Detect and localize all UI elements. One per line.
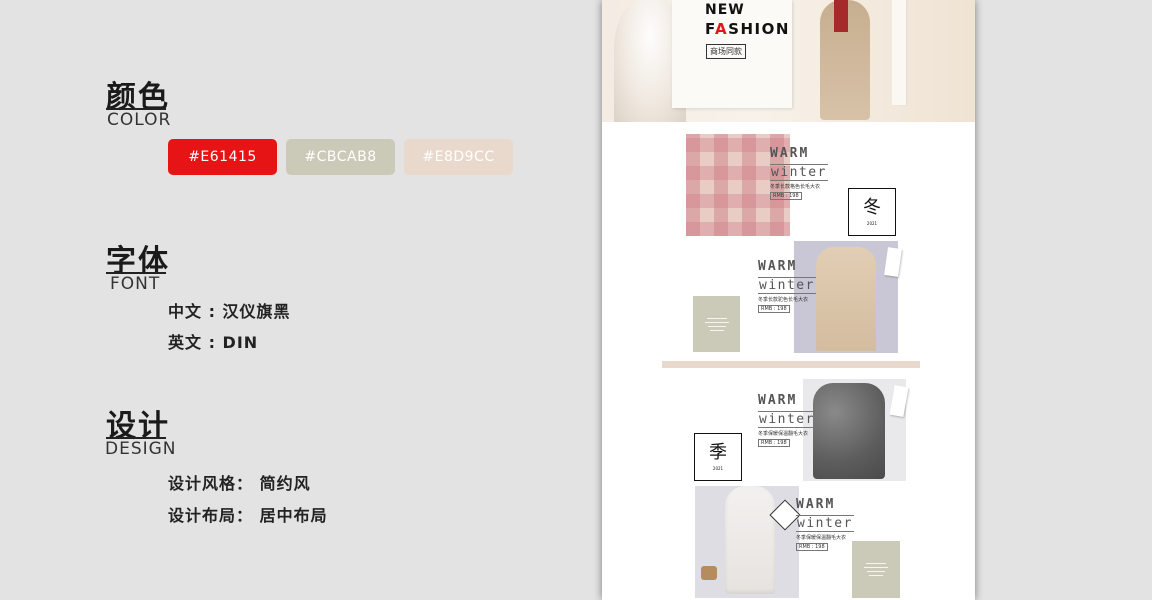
wall-frame-1: [884, 247, 902, 277]
product-2-price: RMB : 198: [758, 305, 790, 313]
product-2-desc: 冬季长款驼色长毛大衣: [758, 297, 809, 303]
banner-fashion-text: FASHION: [705, 20, 790, 38]
banner-tag: 商场同款: [706, 44, 746, 59]
product-3-warm: WARM: [758, 393, 798, 408]
swatch-sage: #CBCAB8: [286, 139, 395, 175]
color-section-subtitle: COLOR: [107, 110, 172, 130]
page-preview: NEW FASHION 商场同款 WARM winter 冬季长款格色长毛大衣 …: [602, 0, 975, 600]
seal-winter: 冬 2021: [848, 188, 896, 236]
product-3-price: RMB : 198: [758, 439, 790, 447]
seal-season: 季 2021: [694, 433, 742, 481]
font-english: 英文 : DIN: [168, 333, 259, 352]
grey-info-card-1: [693, 296, 740, 352]
design-section-subtitle: DESIGN: [105, 439, 177, 459]
font-section-subtitle: FONT: [110, 274, 161, 294]
grey-info-card-2: [852, 541, 900, 598]
font-chinese: 中文 : 汉仪旗黑: [168, 302, 291, 321]
banner-pillar: [892, 0, 906, 105]
swatch-beige: #E8D9CC: [404, 139, 513, 175]
grey-teddy-coat-image: [803, 379, 906, 481]
design-style: 设计风格： 简约风: [168, 474, 311, 493]
product-1-desc: 冬季长款格色长毛大衣: [770, 184, 821, 190]
product-1-warm: WARM: [770, 146, 810, 161]
section-divider: [662, 361, 920, 368]
product-2-warm: WARM: [758, 259, 798, 274]
product-2-winter: winter: [758, 277, 816, 294]
product-1-price: RMB : 198: [770, 192, 802, 200]
swatch-red: #E61415: [168, 139, 277, 175]
product-3-winter: winter: [758, 411, 816, 428]
model-scarf-image: [834, 0, 848, 32]
product-3-desc: 冬季保暖保温翻毛大衣: [758, 431, 809, 437]
fashion-banner: NEW FASHION 商场同款: [602, 0, 975, 122]
camel-coat-image: [794, 241, 898, 353]
product-4-warm: WARM: [796, 497, 836, 512]
banner-new-text: NEW: [705, 2, 745, 18]
product-1-winter: winter: [770, 164, 828, 181]
product-4-winter: winter: [796, 515, 854, 532]
product-4-desc: 冬季保暖保温翻毛大衣: [796, 535, 847, 541]
design-layout: 设计布局： 居中布局: [168, 506, 328, 525]
product-4-price: RMB : 198: [796, 543, 828, 551]
